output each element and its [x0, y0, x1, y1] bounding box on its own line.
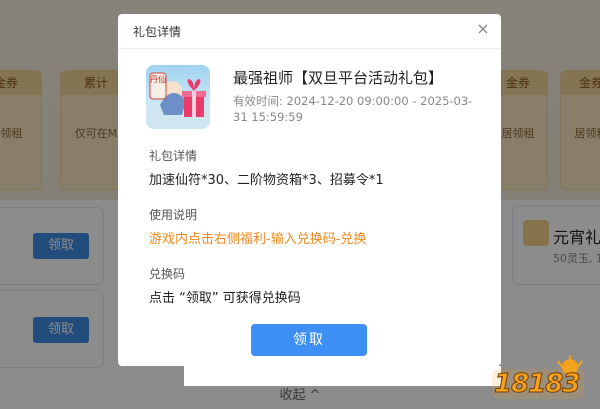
game-icon-label: 丹仙 — [150, 75, 166, 84]
usage-text: 游戏内点击右侧福利-输入兑换码-兑换 — [149, 232, 367, 247]
header-divider — [118, 48, 501, 49]
modal-footer-extension — [184, 366, 501, 386]
site-logo-text: 18183 — [493, 369, 580, 400]
code-text: 点击 “领取” 可获得兑换码 — [149, 291, 301, 306]
validity-period: 有效时间: 2024-12-20 09:00:00 - 2025-03-31 1… — [233, 94, 473, 124]
detail-label: 礼包详情 — [149, 149, 198, 163]
gift-detail-modal: 礼包详情 × 丹仙 最强祖师【双旦平台活动礼包】 有效时间: 2024-12-2… — [118, 14, 501, 366]
usage-label: 使用说明 — [149, 208, 198, 222]
close-icon[interactable]: × — [475, 21, 491, 37]
modal-title: 礼包详情 — [133, 25, 182, 39]
code-label: 兑换码 — [149, 267, 186, 281]
claim-button[interactable]: 领取 — [251, 324, 367, 356]
gift-name: 最强祖师【双旦平台活动礼包】 — [233, 69, 444, 87]
site-logo: 18183 — [492, 355, 590, 401]
detail-text: 加速仙符*30、二阶物资箱*3、招募令*1 — [149, 173, 384, 188]
game-icon: 丹仙 — [146, 65, 210, 129]
